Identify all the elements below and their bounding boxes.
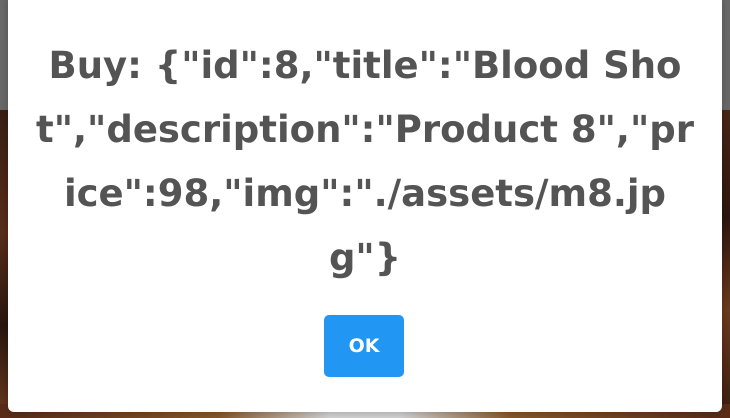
alert-dialog: Buy: {"id":8,"title":"Blood Shot","descr…	[8, 0, 722, 412]
ok-button[interactable]: OK	[324, 315, 404, 377]
dialog-message: Buy: {"id":8,"title":"Blood Shot","descr…	[36, 44, 694, 279]
